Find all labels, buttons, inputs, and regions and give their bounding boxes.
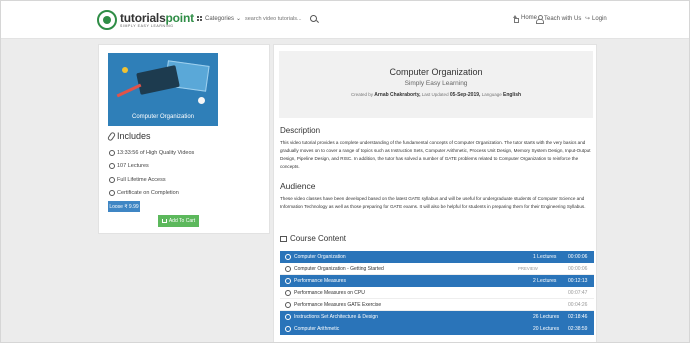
lecture-row[interactable]: Performance Measures GATE Exercise 00:04:… xyxy=(280,299,594,311)
price-button[interactable]: Loose ₹ 9.99 xyxy=(108,201,140,212)
section-name: Instructions Set Architecture & Design xyxy=(294,314,378,320)
course-thumbnail[interactable]: Computer Organization xyxy=(108,53,218,126)
grid-icon xyxy=(197,15,203,22)
lecture-name: Performance Measures on CPU xyxy=(294,289,365,296)
certificate-icon xyxy=(109,190,115,197)
duration: 02:38:59 xyxy=(568,326,588,332)
expand-icon xyxy=(285,254,291,260)
include-item: Full Lifetime Access xyxy=(109,173,194,187)
expand-icon xyxy=(285,326,291,332)
thumbnail-caption: Computer Organization xyxy=(131,114,195,120)
nav-home[interactable]: Home xyxy=(512,15,537,23)
list-icon xyxy=(280,235,287,242)
categories-menu[interactable]: Categories ⌄ xyxy=(197,15,241,22)
cart-icon xyxy=(161,219,167,223)
course-meta: Created by Arnab Chakraborty, Last Updat… xyxy=(350,92,522,98)
expand-icon xyxy=(285,278,291,284)
course-content-heading: Course Content xyxy=(280,234,346,243)
play-icon xyxy=(285,301,291,308)
lecture-count: 2 Lectures xyxy=(533,278,557,284)
home-icon xyxy=(512,15,519,23)
includes-heading: Includes xyxy=(106,130,151,142)
include-item: 107 Lectures xyxy=(109,160,194,174)
lecture-row[interactable]: Performance Measures on CPU 00:07:47 xyxy=(280,287,594,299)
chevron-down-icon: ⌄ xyxy=(236,16,242,22)
site-logo[interactable]: tutorialspoint SIMPLY EASY LEARNING xyxy=(97,9,194,31)
section-row[interactable]: Computer Arithmetic 20 Lectures 02:38:59 xyxy=(280,323,594,335)
logo-name: tutorialspoint xyxy=(120,10,194,25)
lecture-count: 1 Lectures xyxy=(533,254,557,260)
section-row[interactable]: Performance Measures 2 Lectures 00:12:13 xyxy=(280,275,594,287)
top-navbar: tutorialspoint SIMPLY EASY LEARNING Cate… xyxy=(1,1,689,39)
section-row[interactable]: Instructions Set Architecture & Design 26… xyxy=(280,311,594,323)
lecture-name: Performance Measures GATE Exercise xyxy=(294,301,382,308)
login-icon: ↪ xyxy=(585,16,591,22)
logo-mark-icon xyxy=(97,10,117,30)
duration: 00:07:47 xyxy=(568,289,588,296)
course-sidebar-card: Computer Organization Includes 13:33:56 … xyxy=(98,44,270,234)
duration: 02:18:46 xyxy=(568,314,588,320)
add-to-cart-button[interactable]: Add To Cart xyxy=(158,215,199,227)
page-frame: tutorialspoint SIMPLY EASY LEARNING Cate… xyxy=(0,0,690,343)
includes-list: 13:33:56 of High Quality Videos 107 Lect… xyxy=(109,146,194,200)
author-name: Arnab Chakraborty, xyxy=(374,92,421,98)
expand-icon xyxy=(285,314,291,320)
user-icon xyxy=(536,15,544,24)
course-content-list: Computer Organization 1 Lectures 00:00:06 C… xyxy=(280,251,594,335)
video-icon xyxy=(109,163,115,170)
course-language: English xyxy=(502,92,522,98)
lecture-row[interactable]: Computer Organization - Getting Started P… xyxy=(280,263,594,275)
duration: 00:00:06 xyxy=(568,265,588,272)
lecture-count: 26 Lectures xyxy=(533,314,560,320)
updated-date: 05-Sep-2019, xyxy=(449,92,481,98)
course-main: Computer Organization Simply Easy Learni… xyxy=(273,44,597,342)
preview-link[interactable]: PREVIEW xyxy=(518,266,538,271)
play-icon xyxy=(285,289,291,296)
duration: 00:12:13 xyxy=(568,278,588,284)
course-hero: Computer Organization Simply Easy Learni… xyxy=(279,51,593,118)
nav-teach-with-us[interactable]: Teach with Us xyxy=(536,15,581,24)
duration: 00:04:26 xyxy=(568,301,588,308)
audience-text: These video classes have been developed … xyxy=(280,196,586,209)
include-item: Certificate on Completion xyxy=(109,187,194,201)
description-text: This video tutorial provides a complete … xyxy=(280,140,591,169)
categories-label: Categories xyxy=(205,15,235,22)
lecture-count: 20 Lectures xyxy=(533,326,560,332)
infinity-icon xyxy=(109,176,115,183)
section-name: Computer Arithmetic xyxy=(294,326,340,332)
play-icon xyxy=(285,265,291,272)
nav-login[interactable]: ↪ Login xyxy=(585,15,607,23)
search-icon[interactable] xyxy=(310,15,317,22)
section-row[interactable]: Computer Organization 1 Lectures 00:00:06 xyxy=(280,251,594,263)
section-name: Computer Organization xyxy=(294,254,346,260)
lecture-name: Computer Organization - Getting Started xyxy=(294,265,384,272)
include-item: 13:33:56 of High Quality Videos xyxy=(109,146,194,160)
search-input[interactable] xyxy=(245,14,307,24)
description-heading: Description xyxy=(280,126,321,135)
duration: 00:00:06 xyxy=(568,254,588,260)
section-name: Performance Measures xyxy=(294,278,346,284)
clock-icon xyxy=(109,149,115,156)
logo-tagline: SIMPLY EASY LEARNING xyxy=(120,23,174,28)
course-title: Computer Organization xyxy=(389,67,483,77)
paperclip-icon xyxy=(106,130,117,142)
course-subtitle: Simply Easy Learning xyxy=(404,80,468,87)
audience-heading: Audience xyxy=(280,181,316,191)
